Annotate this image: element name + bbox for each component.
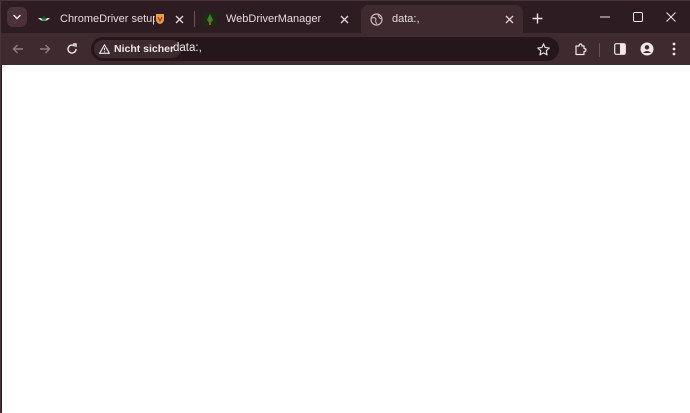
minimize-icon — [600, 12, 610, 22]
browser-window: ChromeDriver setup fails - WebDriverMana… — [0, 0, 690, 413]
arrow-left-icon — [12, 43, 24, 55]
extensions-button[interactable] — [569, 38, 591, 60]
security-label: Nicht sicher — [114, 43, 175, 55]
chrome-driver-favicon — [37, 12, 51, 26]
security-chip[interactable]: Nicht sicher — [94, 40, 182, 58]
close-icon — [666, 12, 676, 22]
toolbar: Nicht sicher data:, — [1, 33, 690, 65]
new-tab-button[interactable] — [528, 9, 546, 27]
maximize-icon — [633, 12, 643, 22]
menu-button[interactable] — [663, 38, 685, 60]
forward-button[interactable] — [34, 38, 56, 60]
tab-data-active[interactable]: data:, — [361, 5, 523, 33]
close-tab-icon[interactable] — [336, 11, 352, 27]
side-panel-icon — [614, 43, 626, 55]
minimize-button[interactable] — [594, 7, 616, 27]
tab-title: ChromeDriver setup fails - — [60, 13, 155, 25]
url-text[interactable]: data:, — [173, 42, 202, 54]
side-panel-button[interactable] — [609, 38, 631, 60]
page-content — [2, 65, 690, 413]
profile-button[interactable] — [636, 38, 658, 60]
address-bar[interactable]: Nicht sicher data:, — [91, 37, 559, 61]
shield-icon — [155, 13, 165, 25]
reload-icon — [66, 43, 78, 55]
tab-search-button[interactable] — [7, 7, 27, 27]
reload-button[interactable] — [61, 38, 83, 60]
warning-icon — [99, 44, 110, 54]
tab-webdrivermanager[interactable]: WebDriverManager — [195, 5, 358, 33]
chevron-down-icon — [12, 12, 22, 22]
toolbar-divider — [599, 43, 600, 57]
close-tab-icon[interactable] — [501, 11, 517, 27]
webdrivermanager-favicon — [203, 12, 217, 26]
arrow-right-icon — [39, 43, 51, 55]
puzzle-icon — [574, 42, 587, 56]
tab-strip: ChromeDriver setup fails - WebDriverMana… — [1, 1, 690, 33]
star-icon — [536, 42, 550, 56]
close-tab-icon[interactable] — [171, 11, 187, 27]
tab-title: data:, — [392, 13, 420, 25]
close-window-button[interactable] — [660, 7, 682, 27]
maximize-button[interactable] — [627, 7, 649, 27]
avatar-icon — [640, 42, 654, 56]
bookmark-button[interactable] — [534, 40, 552, 58]
more-vertical-icon — [672, 42, 676, 56]
tab-chromedriver[interactable]: ChromeDriver setup fails - — [29, 5, 193, 33]
tab-title: WebDriverManager — [226, 13, 322, 25]
globe-icon — [369, 12, 383, 26]
plus-icon — [532, 13, 543, 24]
back-button[interactable] — [7, 38, 29, 60]
